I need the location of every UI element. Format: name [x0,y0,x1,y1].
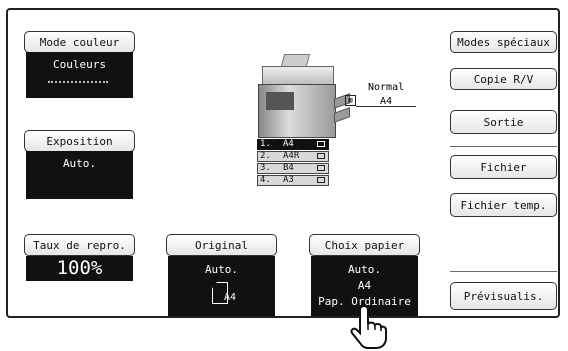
right-divider-2 [450,271,557,272]
original-value: Auto. [204,263,239,276]
copier-illustration [252,52,352,140]
output-button[interactable]: Sortie [450,110,557,134]
tray-3[interactable]: 3. B4 [257,163,329,174]
tray-1[interactable]: 1. A4 [257,139,329,150]
color-mode-value: Couleurs [53,58,106,71]
exposure-button[interactable]: Exposition [24,130,135,152]
output-tray-icon: ▥ [345,95,356,106]
color-mode-button[interactable]: Mode couleur [24,31,135,53]
right-divider [450,146,557,147]
ratio-button[interactable]: Taux de repro. [24,234,135,256]
ratio-value: 100% [56,257,103,279]
paper-size: A4 [357,279,372,292]
exposure-value: Auto. [62,157,97,170]
original-button[interactable]: Original [166,234,277,256]
preview-button[interactable]: Prévisualis. [450,282,557,310]
tray-2[interactable]: 2. A4R [257,151,329,162]
hand-pointer-icon [350,304,387,349]
color-mode-display: Couleurs [26,52,133,98]
quick-file-button[interactable]: Fichier temp. [450,193,557,217]
tray-4[interactable]: 4. A3 [257,175,329,186]
duplex-copy-button[interactable]: Copie R/V [450,68,557,90]
color-level-indicator [48,81,108,85]
output-mode-label: Normal [368,82,405,93]
file-button[interactable]: Fichier [450,155,557,179]
original-size: A4 [224,292,237,303]
special-modes-button[interactable]: Modes spéciaux [450,31,557,53]
original-display: Auto. A4 [168,256,275,316]
exposure-display: Auto. [26,151,133,199]
output-size-label: A4 [380,96,393,107]
paper-select-button[interactable]: Choix papier [309,234,420,256]
ratio-display: 100% [26,256,133,281]
paper-value: Auto. [347,263,382,276]
